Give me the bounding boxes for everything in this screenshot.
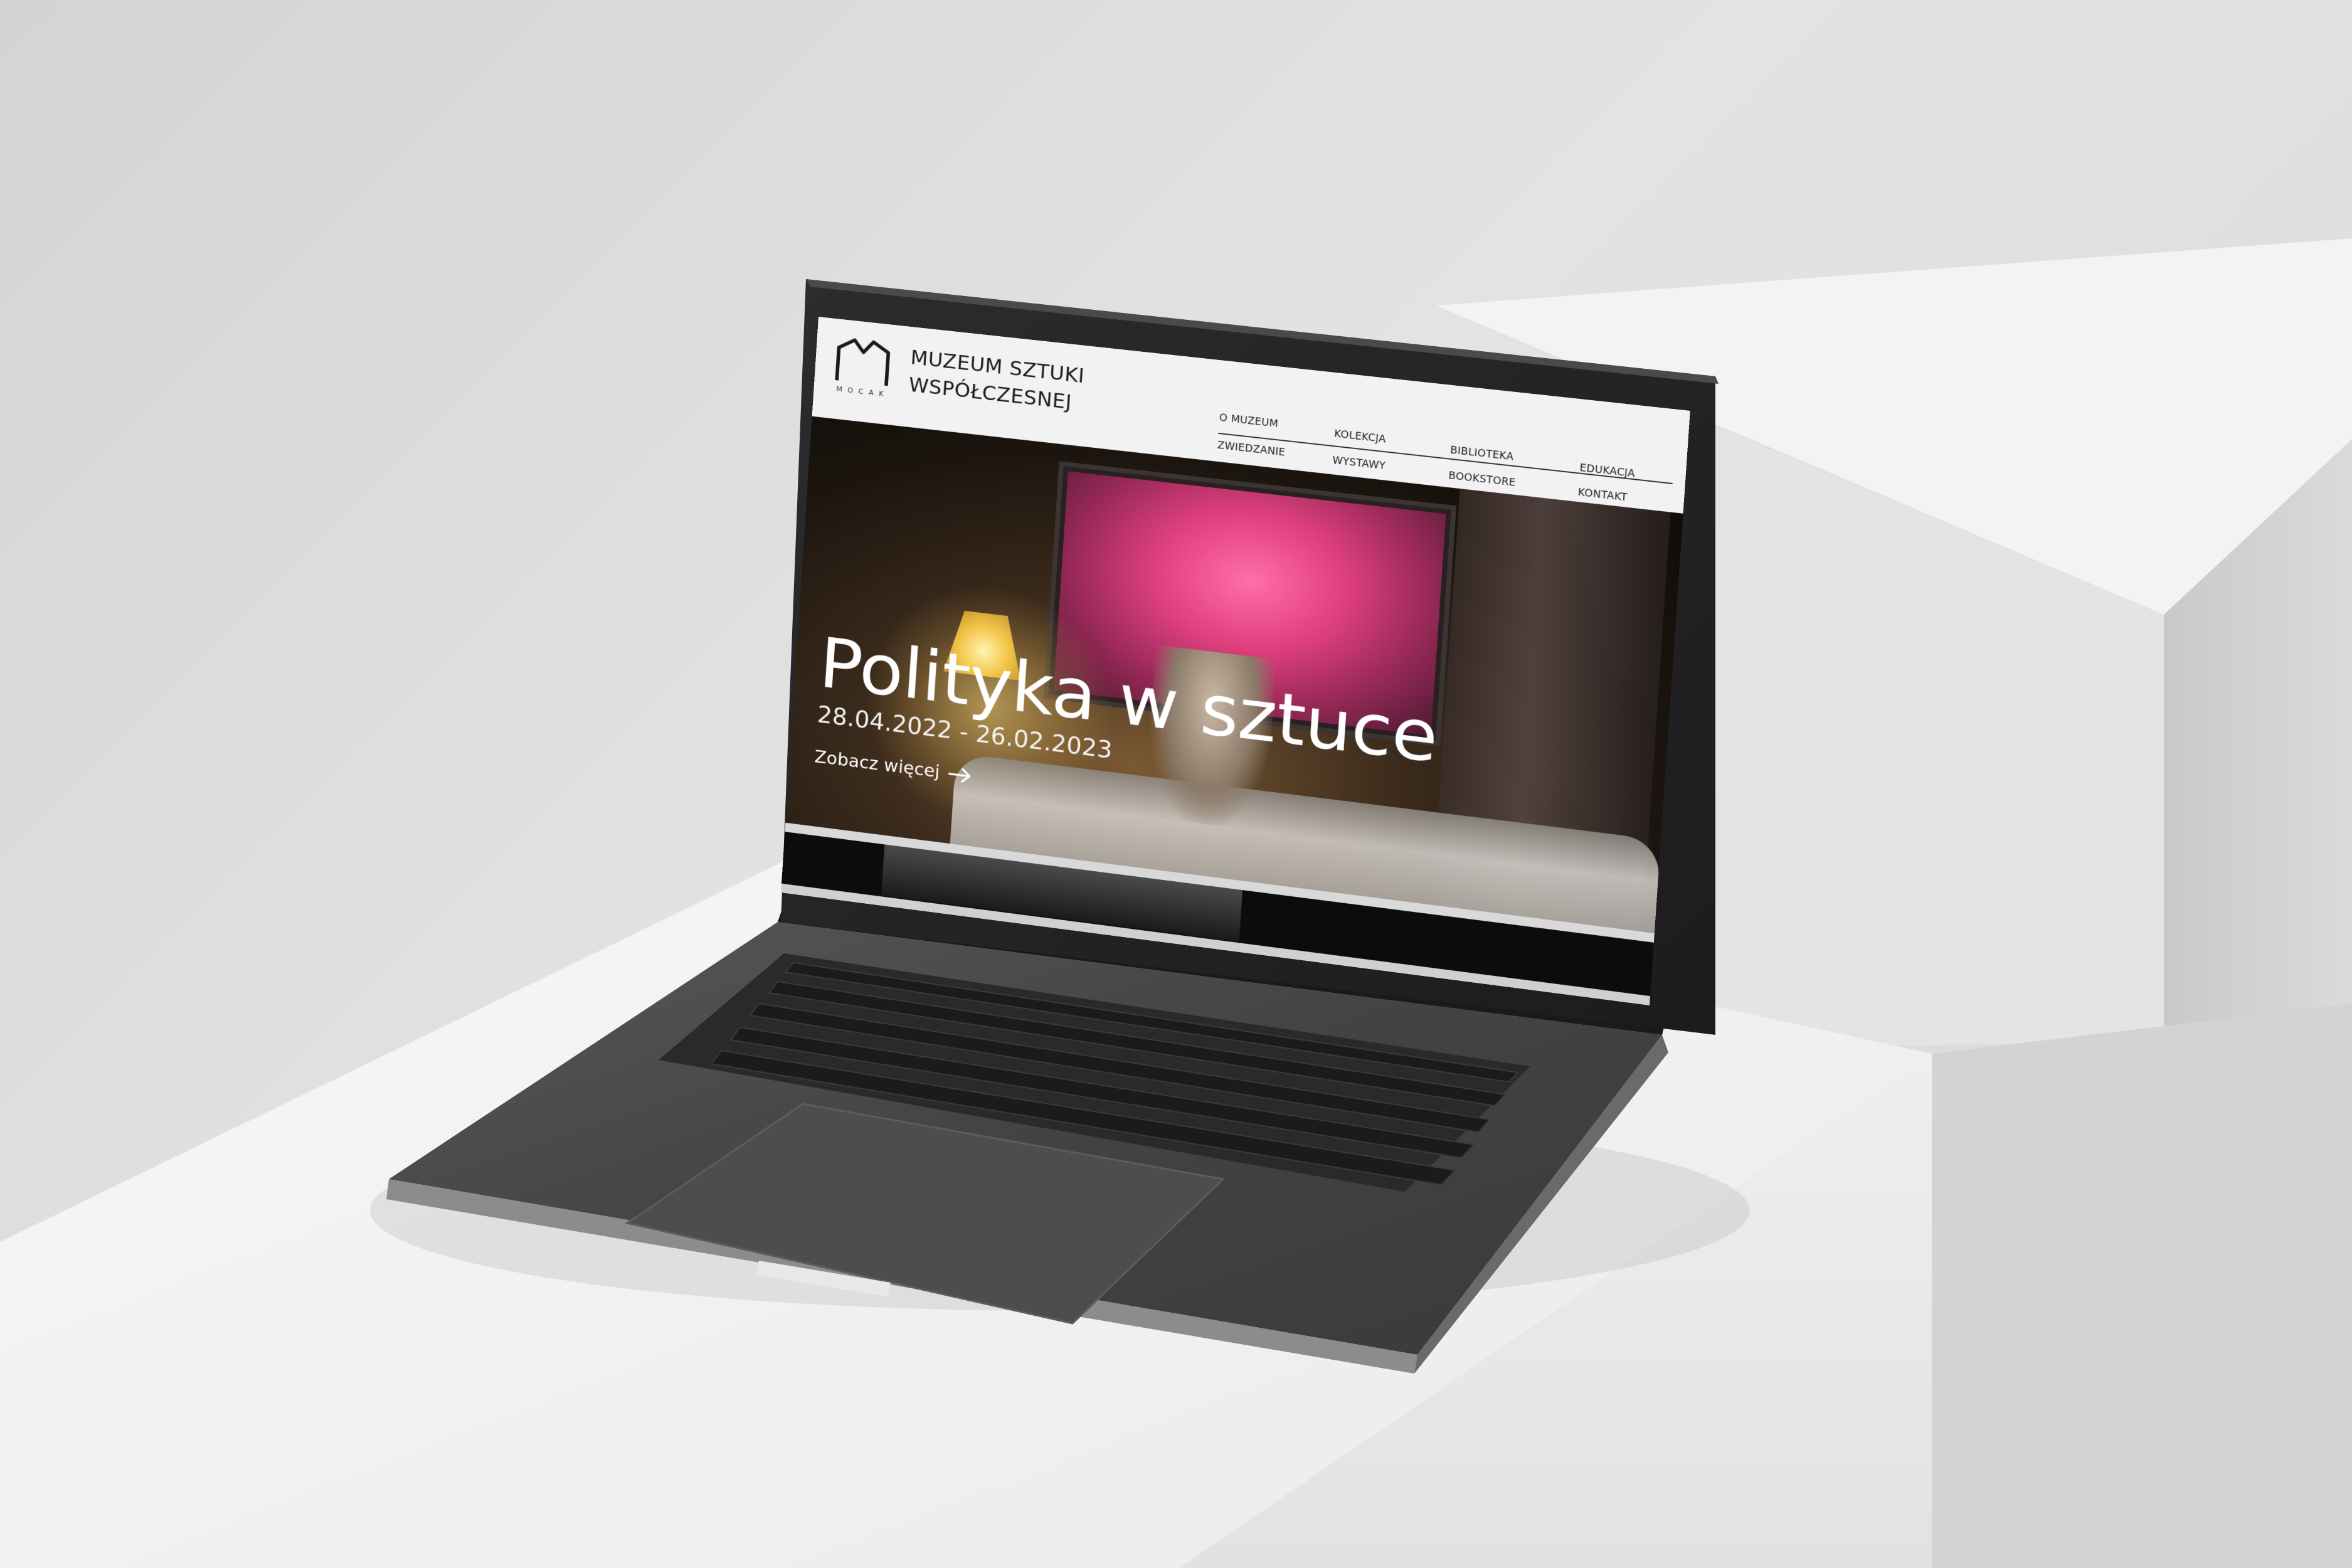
laptop-screen: MOCAK MUZEUM SZTUKI WSPÓŁCZESNEJ O MUZEU… bbox=[781, 317, 1690, 1005]
pedestal-side bbox=[1926, 1004, 2352, 1568]
nav-item-wystawy[interactable]: WYSTAWY bbox=[1332, 455, 1386, 472]
nav-item-o-muzeum[interactable]: O MUZEUM bbox=[1219, 412, 1278, 430]
site-title[interactable]: MUZEUM SZTUKI WSPÓŁCZESNEJ bbox=[908, 344, 1086, 418]
nav-item-kolekcja[interactable]: KOLEKCJA bbox=[1334, 428, 1387, 445]
nav-item-bookstore[interactable]: BOOKSTORE bbox=[1448, 470, 1516, 489]
nav-item-zwiedzanie[interactable]: ZWIEDZANIE bbox=[1217, 440, 1285, 458]
nav-item-edukacja[interactable]: EDUKACJA bbox=[1579, 462, 1636, 480]
nav-item-kontakt[interactable]: KONTAKT bbox=[1577, 487, 1628, 504]
mocak-logo-icon[interactable] bbox=[834, 336, 891, 389]
arrow-right-icon bbox=[948, 765, 972, 784]
